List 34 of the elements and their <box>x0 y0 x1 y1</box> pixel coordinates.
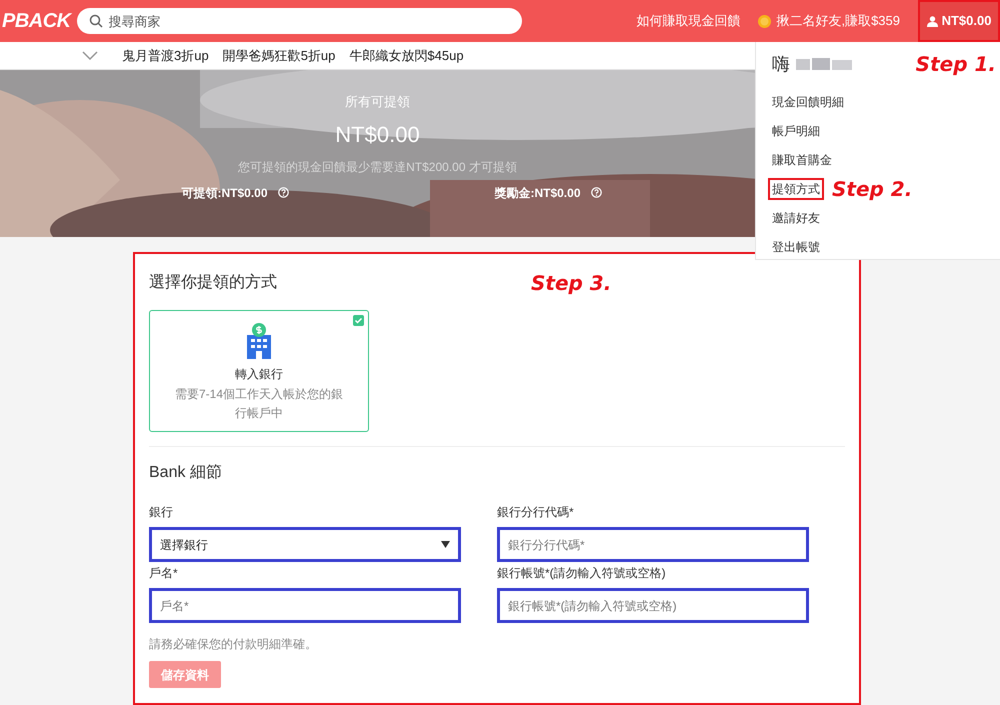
step-annotation: Step 1. <box>916 51 996 78</box>
promo-link[interactable]: 牛郎織女放閃$45up <box>349 46 464 66</box>
section-title: Bank 細節 <box>149 463 223 483</box>
section-title: 選擇你提領的方式 <box>149 272 278 293</box>
option-title: 轉入銀行 <box>235 366 283 383</box>
menu-item[interactable]: 賺取首購金 <box>772 150 832 168</box>
payout-option[interactable]: 轉入銀行 需要7-14個工作天入帳於您的銀行帳戶中 <box>149 310 369 432</box>
step-annotation: Step 2. <box>832 176 912 202</box>
balance-label: 獎勵金:NT$0.00 <box>494 184 580 202</box>
field-label: 銀行帳號*(請勿輸入符號或空格) <box>497 565 667 582</box>
bank-select[interactable]: 選擇銀行 <box>149 527 461 562</box>
field-label: 戶名* <box>149 565 179 582</box>
menu-item[interactable]: 邀請好友 <box>772 208 820 226</box>
step-annotation: Step 3. <box>531 270 612 297</box>
balance-amount: NT$0.00 <box>335 120 420 148</box>
balance-label: 可提領:NT$0.00 <box>182 184 268 202</box>
input-field[interactable]: 銀行分行代碼* <box>497 527 809 562</box>
promo-link[interactable]: 鬼月普渡3折up <box>122 46 209 66</box>
menu-item[interactable]: 現金回饋明細 <box>772 92 844 110</box>
input-field[interactable]: 銀行帳號*(請勿輸入符號或空格) <box>497 588 809 623</box>
field-label: 銀行 <box>149 504 174 521</box>
hero-title: 所有可提領 <box>345 93 410 111</box>
input-field[interactable]: 戶名* <box>149 588 461 623</box>
menu-item[interactable]: 提領方式 <box>768 178 824 200</box>
field-label: 銀行分行代碼* <box>497 504 575 521</box>
promo-link[interactable]: 開學爸媽狂歡5折up <box>222 46 336 66</box>
option-description: 需要7-14個工作天入帳於您的銀行帳戶中 <box>174 386 344 422</box>
menu-item[interactable]: 登出帳號 <box>772 238 820 256</box>
menu-item[interactable]: 帳戶明細 <box>772 122 820 140</box>
greeting-text: 嗨 <box>772 52 790 76</box>
account-button[interactable]: NT$0.00 <box>918 0 1000 42</box>
notice-text: 請務必確保您的付款明細準確。 <box>149 636 318 653</box>
search-field[interactable]: 搜尋商家 <box>76 8 522 34</box>
minimum-note: 您可提領的現金回饋最少需要達NT$200.00 才可提領 <box>238 158 517 176</box>
